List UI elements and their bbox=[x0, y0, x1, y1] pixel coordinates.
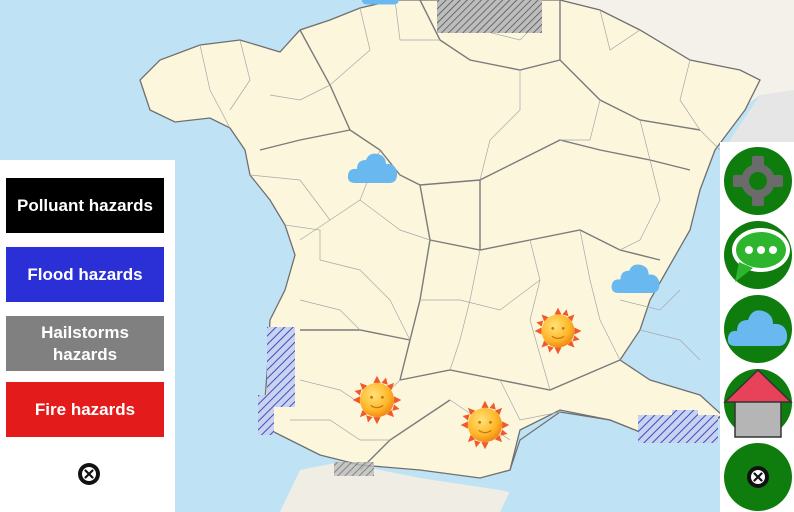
cloud-icon[interactable] bbox=[723, 294, 793, 364]
close-icon[interactable] bbox=[723, 442, 793, 512]
chat-bubble-icon[interactable] bbox=[723, 220, 793, 290]
flood-hazard-zone[interactable] bbox=[672, 410, 698, 422]
fire-hazards-label: Fire hazards bbox=[34, 399, 136, 419]
fire-hazards-button[interactable]: Fire hazards bbox=[6, 382, 164, 437]
hazard-filter-panel: Polluant hazards Flood hazards Hailstorm… bbox=[0, 160, 175, 512]
hailstorms-hazards-button[interactable]: Hailstorms hazards bbox=[6, 316, 164, 371]
hailstorms-hazards-label: Hailstorms hazards bbox=[41, 322, 129, 364]
sun-icon[interactable] bbox=[533, 306, 583, 356]
cloud-icon[interactable] bbox=[361, 0, 400, 5]
hail-hazard-zone[interactable] bbox=[437, 0, 542, 33]
house-icon[interactable] bbox=[723, 368, 793, 438]
polluant-hazards-label: Polluant hazards bbox=[16, 195, 154, 215]
polluant-hazards-button[interactable]: Polluant hazards bbox=[6, 178, 164, 233]
close-icon[interactable] bbox=[77, 462, 101, 486]
right-toolbar bbox=[720, 142, 794, 512]
flood-hazards-button[interactable]: Flood hazards bbox=[6, 247, 164, 302]
flood-hazard-zone[interactable] bbox=[258, 395, 274, 435]
sun-icon[interactable] bbox=[352, 375, 402, 425]
sun-icon[interactable] bbox=[460, 400, 510, 450]
flood-hazards-label: Flood hazards bbox=[27, 264, 143, 284]
gear-icon[interactable] bbox=[723, 146, 793, 216]
hail-hazard-zone[interactable] bbox=[334, 462, 374, 476]
